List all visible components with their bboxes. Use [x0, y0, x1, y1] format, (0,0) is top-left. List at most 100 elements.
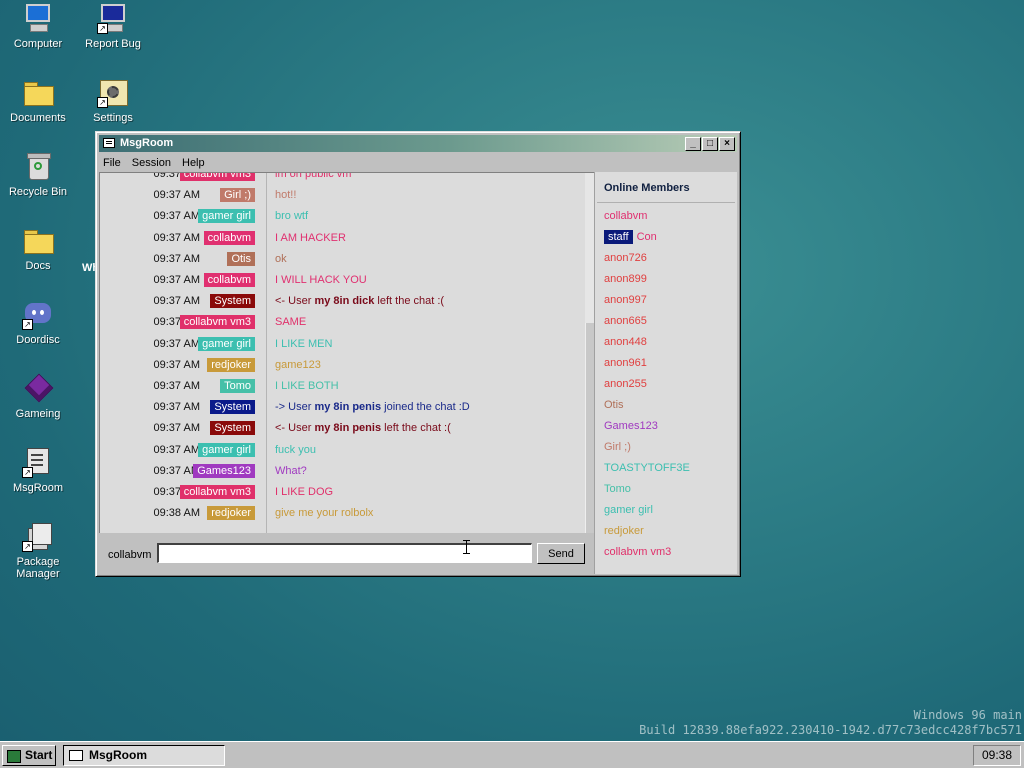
- message-username-badge[interactable]: System: [210, 400, 255, 415]
- message-input[interactable]: [157, 543, 532, 563]
- message-text: I LIKE MEN: [275, 337, 333, 350]
- message-text: im on public vm: [275, 172, 352, 180]
- folder-icon: [22, 224, 54, 256]
- message-text: ok: [275, 252, 287, 265]
- message-time: 09:37 AM: [153, 189, 200, 202]
- desktop-icon-recycle-bin[interactable]: Recycle Bin: [0, 150, 76, 198]
- desktop-icon-msgroom[interactable]: ↗ MsgRoom: [0, 446, 76, 494]
- message-username-badge[interactable]: gamer girl: [198, 336, 255, 351]
- desktop-icon-doordisc[interactable]: ↗ Doordisc: [0, 298, 76, 346]
- chat-message: 09:37 AM Otis ok: [100, 249, 580, 270]
- message-time: 09:38 AM: [153, 507, 200, 520]
- message-username-badge[interactable]: Tomo: [220, 379, 255, 393]
- message-username-badge[interactable]: System: [210, 294, 255, 309]
- desktop-icon-gameing[interactable]: Gameing: [0, 372, 76, 420]
- menu-file[interactable]: File: [99, 157, 125, 169]
- members-title: Online Members: [604, 182, 690, 194]
- member-name: anon997: [604, 294, 647, 306]
- cube-icon: [22, 372, 54, 404]
- report-bug-icon: ↗: [97, 2, 129, 34]
- window-title: MsgRoom: [120, 137, 174, 149]
- member-name: Girl ;): [604, 441, 631, 453]
- member-item[interactable]: anon899: [604, 273, 647, 285]
- member-item[interactable]: collabvm: [604, 210, 647, 222]
- message-username-badge[interactable]: collabvm vm3: [179, 173, 255, 181]
- message-username-badge[interactable]: Games123: [193, 463, 255, 478]
- title-bar[interactable]: MsgRoom _ □ ×: [99, 135, 737, 152]
- taskbar-item-msgroom[interactable]: MsgRoom: [63, 745, 225, 766]
- member-item[interactable]: anon726: [604, 252, 647, 264]
- start-button[interactable]: Start: [2, 745, 56, 766]
- desktop-icon-label: Report Bug: [85, 38, 141, 50]
- member-name: collabvm: [604, 210, 648, 222]
- chat-message: 09:37 AM System <- User my 8in dick left t…: [100, 291, 580, 312]
- taskbar: Start MsgRoom 09:38: [0, 741, 1024, 768]
- member-name: anon448: [604, 336, 647, 348]
- member-item[interactable]: Games123: [604, 420, 658, 432]
- chat-message: 09:37 AM collabvm vm3 SAME: [100, 312, 580, 333]
- clock: 09:38: [973, 745, 1021, 766]
- message-username-badge[interactable]: redjoker: [207, 506, 255, 521]
- desktop-icon-label: Recycle Bin: [8, 186, 68, 198]
- member-item[interactable]: anon961: [604, 357, 647, 369]
- desktop-icon-docs[interactable]: Docs: [0, 224, 76, 272]
- message-username-badge[interactable]: redjoker: [207, 357, 255, 372]
- member-item[interactable]: anon665: [604, 315, 647, 327]
- menu-help[interactable]: Help: [178, 157, 209, 169]
- desktop-icon-package-manager[interactable]: ↗ Package Manager: [0, 520, 76, 580]
- chat-window-icon: [69, 750, 83, 761]
- minimize-button[interactable]: _: [685, 137, 701, 151]
- message-username-badge[interactable]: collabvm: [203, 273, 255, 287]
- chat-message: 09:37 AM collabvm vm3 im on public vm: [100, 172, 580, 185]
- member-item[interactable]: staff Con: [604, 230, 657, 244]
- folder-icon: [22, 76, 54, 108]
- member-name: Con: [636, 231, 657, 243]
- message-username-badge[interactable]: gamer girl: [198, 442, 255, 457]
- desktop-icon-documents[interactable]: Documents: [0, 76, 76, 124]
- message-username-badge[interactable]: collabvm vm3: [179, 315, 255, 330]
- message-username-badge[interactable]: collabvm vm3: [179, 485, 255, 499]
- member-item[interactable]: collabvm vm3: [604, 546, 671, 558]
- message-text: I LIKE BOTH: [275, 380, 339, 392]
- member-item[interactable]: TOASTYTOFF3E: [604, 462, 690, 474]
- member-name: anon665: [604, 315, 647, 327]
- message-text: <- User my 8in dick left the chat :(: [275, 295, 444, 307]
- member-item[interactable]: anon255: [604, 378, 647, 390]
- member-name: anon726: [604, 252, 647, 264]
- member-item[interactable]: Girl ;): [604, 441, 631, 453]
- member-name: TOASTYTOFF3E: [604, 462, 690, 474]
- message-text: <- User my 8in penis left the chat :(: [275, 422, 451, 434]
- menu-session[interactable]: Session: [128, 157, 175, 169]
- system-message-username: my 8in dick: [314, 295, 375, 308]
- member-name: gamer girl: [604, 504, 653, 516]
- message-time: 09:37 AM: [153, 358, 200, 371]
- discord-icon: ↗: [22, 298, 54, 330]
- message-username-badge[interactable]: Girl ;): [220, 188, 255, 203]
- message-text: bro wtf: [275, 210, 309, 223]
- message-text: I WILL HACK YOU: [275, 274, 367, 286]
- message-username-badge[interactable]: collabvm: [203, 230, 255, 245]
- system-message-suffix: left the chat :(: [381, 422, 451, 435]
- msgroom-icon: ↗: [22, 446, 54, 478]
- message-username-badge[interactable]: Otis: [227, 251, 255, 266]
- maximize-button[interactable]: □: [702, 137, 718, 151]
- chat-message: 09:37 AM collabvm vm3 I LIKE DOG: [100, 482, 580, 503]
- member-item[interactable]: Tomo: [604, 483, 631, 495]
- desktop-icon-report-bug[interactable]: ↗ Report Bug: [75, 2, 151, 50]
- member-item[interactable]: anon997: [604, 294, 647, 306]
- message-username-badge[interactable]: System: [210, 421, 255, 436]
- member-item[interactable]: redjoker: [604, 525, 644, 537]
- member-name: anon899: [604, 273, 647, 285]
- send-button[interactable]: Send: [537, 543, 585, 564]
- chat-log[interactable]: 09:37 AM collabvm vm3 im on public vm 09:37…: [99, 172, 595, 533]
- member-item[interactable]: Otis: [604, 399, 624, 411]
- desktop-icon-computer[interactable]: Computer: [0, 2, 76, 50]
- message-time: 09:37 AM: [153, 422, 200, 435]
- message-username-badge[interactable]: gamer girl: [198, 209, 255, 224]
- system-message-suffix: joined the chat :D: [381, 401, 470, 414]
- desktop-icon-settings[interactable]: ↗ Settings: [75, 76, 151, 124]
- member-item[interactable]: gamer girl: [604, 504, 653, 516]
- close-button[interactable]: ×: [719, 137, 735, 151]
- system-message-prefix: <- User: [275, 295, 315, 308]
- member-item[interactable]: anon448: [604, 336, 647, 348]
